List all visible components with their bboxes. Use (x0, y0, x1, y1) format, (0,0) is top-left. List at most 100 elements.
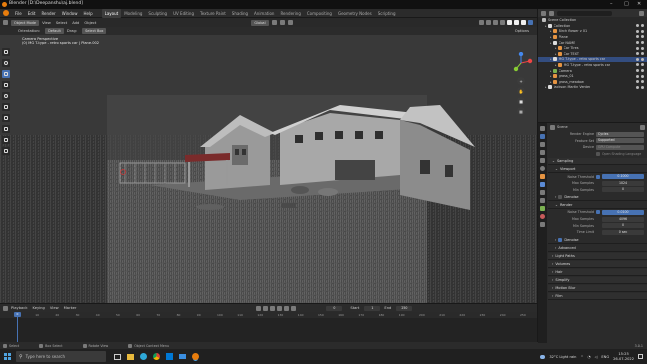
disclosure-triangle-icon[interactable]: ▸ (555, 63, 557, 67)
advanced-subpanel[interactable]: › Advanced (548, 244, 647, 252)
orientation-selector[interactable]: Default (45, 28, 64, 34)
overlay-icon[interactable] (493, 20, 498, 25)
disclosure-triangle-icon[interactable]: ▸ (550, 80, 552, 84)
camera-view-icon[interactable]: ■ (517, 97, 525, 105)
eye-icon[interactable] (636, 46, 639, 50)
editor-type-icon[interactable] (3, 20, 8, 25)
physics-tab-icon[interactable] (540, 190, 545, 195)
visibility-toggles[interactable] (636, 74, 647, 78)
visibility-toggles[interactable] (636, 85, 647, 89)
scene-tab-icon[interactable] (540, 158, 545, 163)
shading-material-icon[interactable] (521, 20, 526, 25)
filter-icon[interactable] (639, 10, 644, 16)
render-tab-icon[interactable] (540, 134, 545, 139)
eye-icon[interactable] (636, 74, 639, 78)
weather-icon[interactable] (540, 354, 546, 359)
snap-icon[interactable] (279, 20, 285, 25)
jump-start-icon[interactable] (256, 305, 262, 311)
language-indicator[interactable]: ENG (601, 355, 609, 359)
vp-max-samples-field[interactable]: 1024 (602, 180, 644, 186)
eye-icon[interactable] (636, 35, 639, 39)
menu-help[interactable]: Help (80, 9, 95, 18)
windows-start-icon[interactable] (4, 353, 11, 360)
device-dropdown[interactable]: GPU Compute (596, 144, 644, 150)
r-noise-threshold-field[interactable]: 0.0100 (602, 209, 644, 215)
shading-rendered-icon[interactable] (528, 20, 533, 25)
time-limit-field[interactable]: 0 sec (602, 229, 644, 235)
eye-icon[interactable] (636, 29, 639, 33)
camera-render-icon[interactable] (641, 35, 644, 39)
eye-icon[interactable] (636, 24, 639, 28)
menu-render[interactable]: Render (38, 9, 58, 18)
workspace-tab-animation[interactable]: Animation (251, 9, 277, 18)
panel-header-motion-blur[interactable]: › Motion Blur (548, 284, 647, 292)
current-frame-field[interactable]: 0 (326, 305, 343, 311)
menu-view[interactable]: View (42, 21, 51, 25)
network-icon[interactable]: ◔ (587, 355, 590, 359)
view-layer-tab-icon[interactable] (540, 150, 545, 155)
perspective-toggle-icon[interactable]: ▦ (517, 107, 525, 115)
disclosure-triangle-icon[interactable]: ▸ (550, 57, 552, 61)
move-tool[interactable] (2, 81, 10, 89)
workspace-tab-layout[interactable]: Layout (101, 8, 122, 18)
outliner-row[interactable]: ▸ Jackson Martin Venter (538, 85, 647, 91)
cursor-tool[interactable] (2, 59, 10, 67)
disclosure-triangle-icon[interactable]: ▸ (550, 35, 552, 39)
mail-icon[interactable] (179, 354, 186, 359)
visibility-icon[interactable] (479, 20, 484, 25)
eye-icon[interactable] (636, 85, 639, 89)
menu-timeline-view[interactable]: View (50, 306, 59, 310)
vp-denoise-checkbox[interactable] (558, 195, 563, 200)
options-menu[interactable]: Options (515, 29, 529, 33)
menu-object[interactable]: Object (84, 21, 96, 25)
edge-icon[interactable] (140, 353, 147, 360)
camera-render-icon[interactable] (641, 41, 644, 45)
menu-window[interactable]: Window (59, 9, 81, 18)
maximize-icon[interactable]: □ (624, 1, 629, 7)
workspace-tab-shading[interactable]: Shading (229, 9, 251, 18)
r-noise-threshold-checkbox[interactable] (596, 210, 600, 215)
zoom-icon[interactable]: + (517, 77, 525, 85)
menu-edit[interactable]: Edit (25, 9, 39, 18)
camera-render-icon[interactable] (641, 63, 644, 67)
chrome-icon[interactable] (153, 353, 160, 360)
gizmo-icon[interactable] (486, 20, 491, 25)
panel-header-volumes[interactable]: › Volumes (548, 260, 647, 268)
render-subpanel-header[interactable]: ⌄ Render (548, 202, 647, 210)
menu-file[interactable]: File (12, 9, 25, 18)
disclosure-triangle-icon[interactable]: ▸ (555, 46, 557, 50)
jump-end-icon[interactable] (291, 305, 297, 311)
constraints-tab-icon[interactable] (540, 198, 545, 203)
shading-wireframe-icon[interactable] (507, 20, 512, 25)
blender-taskbar-icon[interactable] (192, 353, 199, 360)
eye-icon[interactable] (636, 57, 639, 61)
workspace-tab-scripting[interactable]: Scripting (375, 9, 399, 18)
tray-chevron-icon[interactable]: ^ (580, 355, 583, 359)
drag-selector[interactable]: Select Box (82, 28, 107, 34)
volume-icon[interactable]: ◁ (595, 355, 598, 359)
camera-render-icon[interactable] (641, 52, 644, 56)
material-tab-icon[interactable] (540, 214, 545, 219)
store-icon[interactable] (166, 353, 173, 360)
tool-tab-icon[interactable] (540, 126, 545, 131)
file-explorer-icon[interactable] (127, 353, 134, 360)
texture-tab-icon[interactable] (540, 222, 545, 227)
sampling-panel-header[interactable]: ⌄ Sampling (548, 158, 647, 166)
panel-header-film[interactable]: › Film (548, 292, 647, 300)
menu-keying[interactable]: Keying (32, 306, 44, 310)
eye-icon[interactable] (636, 80, 639, 84)
vp-min-samples-field[interactable]: 0 (602, 187, 644, 193)
taskbar-search-box[interactable]: ⚲ Type here to search (16, 351, 106, 362)
panel-header-hair[interactable]: › Hair (548, 268, 647, 276)
visibility-toggles[interactable] (636, 57, 647, 61)
workspace-tab-geometry-nodes[interactable]: Geometry Nodes (335, 9, 375, 18)
disclosure-triangle-icon[interactable]: ▸ (555, 52, 557, 56)
clock[interactable]: 15:25 26-07-2022 (613, 352, 634, 361)
disclosure-triangle-icon[interactable]: ▸ (545, 85, 547, 89)
camera-render-icon[interactable] (641, 80, 644, 84)
visibility-toggles[interactable] (636, 63, 647, 67)
outliner-search-input[interactable] (557, 10, 612, 16)
camera-render-icon[interactable] (641, 29, 644, 33)
feature-set-dropdown[interactable]: Supported (596, 138, 644, 144)
play-reverse-icon[interactable] (270, 305, 276, 311)
